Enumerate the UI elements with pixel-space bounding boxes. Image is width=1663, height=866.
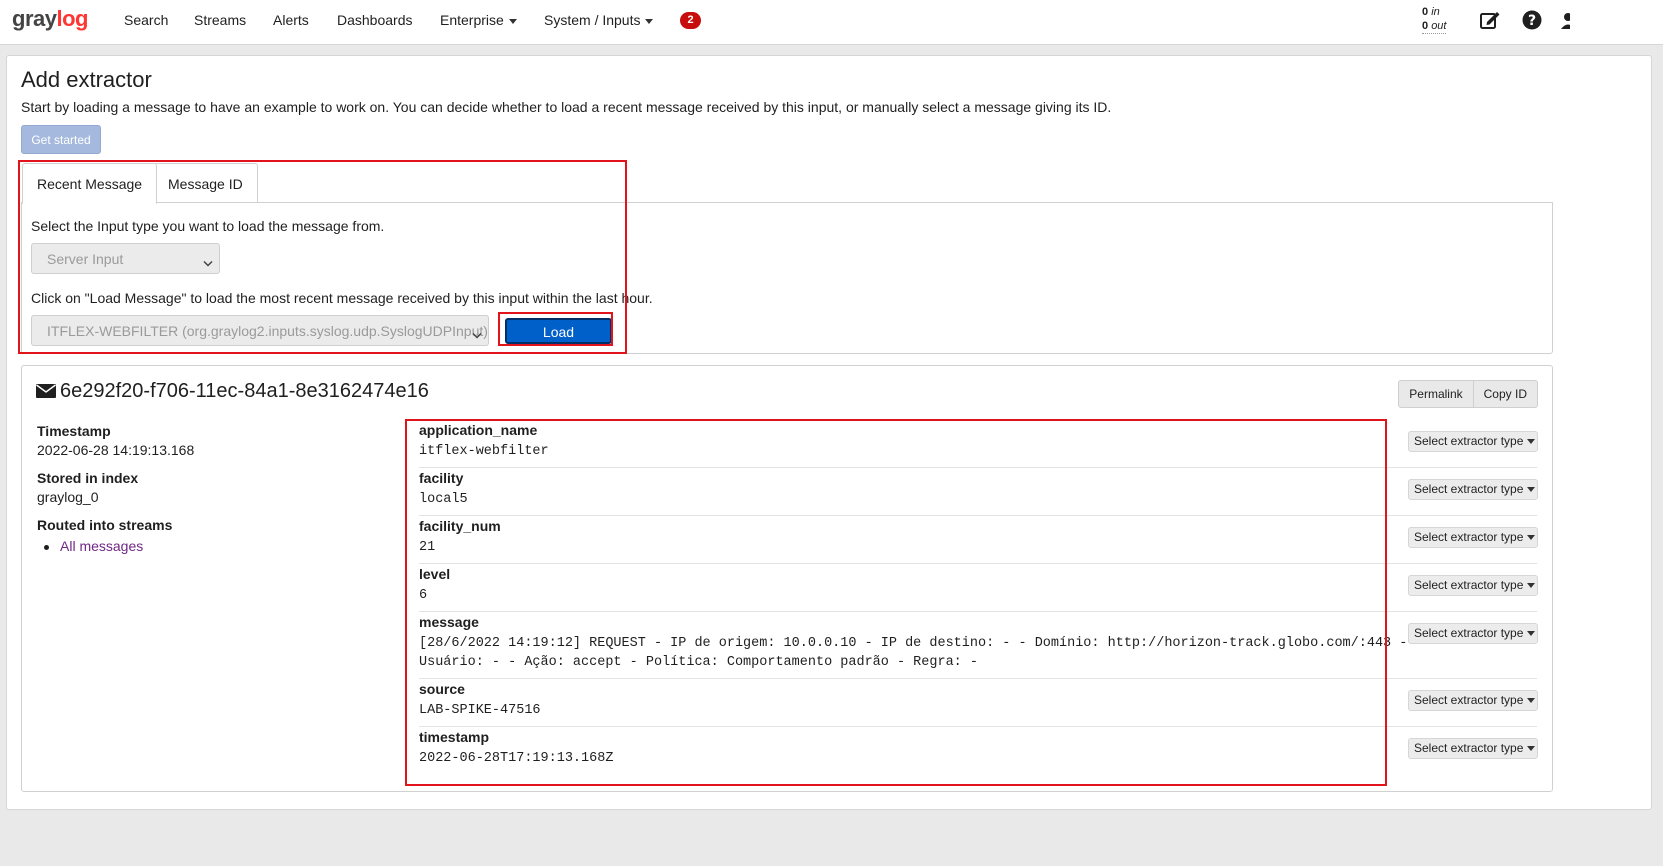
- routed-streams-label: Routed into streams: [37, 517, 173, 533]
- field-name: application_name: [419, 422, 538, 438]
- select-extractor-type-label: Select extractor type: [1414, 693, 1524, 707]
- input-type-select[interactable]: Server Input: [31, 243, 220, 274]
- throughput-indicator[interactable]: 0 in 0 out: [1422, 5, 1447, 34]
- throughput-in-count: 0: [1422, 6, 1429, 18]
- nav-system-inputs-label: System / Inputs: [544, 12, 641, 28]
- field-name: facility: [419, 470, 464, 486]
- input-select[interactable]: ITFLEX-WEBFILTER (org.graylog2.inputs.sy…: [31, 315, 489, 346]
- field-value: 2022-06-28T17:19:13.168Z: [419, 751, 614, 766]
- message-actions: Permalink Copy ID: [1398, 380, 1538, 408]
- timestamp-value: 2022-06-28 14:19:13.168: [37, 442, 195, 458]
- copy-id-button[interactable]: Copy ID: [1473, 380, 1538, 408]
- chevron-down-icon: [645, 18, 654, 24]
- field-row: level 6 Select extractor type: [419, 564, 1538, 612]
- input-type-value: Server Input: [47, 251, 124, 267]
- select-extractor-type-label: Select extractor type: [1414, 434, 1524, 448]
- field-name: message: [419, 614, 479, 630]
- select-extractor-type-label: Select extractor type: [1414, 741, 1524, 755]
- select-extractor-type-button[interactable]: Select extractor type: [1408, 479, 1538, 500]
- throughput-out-label: out: [1431, 20, 1447, 32]
- nav-dashboards[interactable]: Dashboards: [337, 12, 413, 28]
- tab-message-id[interactable]: Message ID: [153, 163, 258, 203]
- field-row: facility_num 21 Select extractor type: [419, 516, 1538, 564]
- field-value: local5: [419, 492, 468, 507]
- chevron-down-icon: [1527, 698, 1536, 704]
- select-extractor-type-button[interactable]: Select extractor type: [1408, 738, 1538, 759]
- chevron-down-icon: [1527, 487, 1536, 493]
- envelope-icon: [36, 384, 56, 398]
- list-bullet: [44, 545, 49, 550]
- message-id: 6e292f20-f706-11ec-84a1-8e3162474e16: [60, 380, 429, 402]
- stored-in-index-label: Stored in index: [37, 470, 139, 486]
- select-extractor-type-label: Select extractor type: [1414, 530, 1524, 544]
- chevron-down-icon: [1527, 631, 1536, 637]
- select-extractor-type-label: Select extractor type: [1414, 482, 1524, 496]
- nav-search[interactable]: Search: [124, 12, 168, 28]
- page-title: Add extractor: [21, 67, 152, 92]
- input-value: ITFLEX-WEBFILTER (org.graylog2.inputs.sy…: [47, 323, 488, 339]
- field-value: 21: [419, 540, 436, 555]
- edit-icon[interactable]: [1479, 9, 1501, 34]
- user-icon[interactable]: [1560, 9, 1575, 34]
- nav-streams[interactable]: Streams: [194, 12, 246, 28]
- select-extractor-type-label: Select extractor type: [1414, 578, 1524, 592]
- field-name: level: [419, 566, 451, 582]
- nav-system-inputs[interactable]: System / Inputs: [544, 12, 654, 28]
- get-started-button[interactable]: Get started: [21, 125, 101, 154]
- field-row: source LAB-SPIKE-47516 Select extractor …: [419, 679, 1538, 727]
- nav-enterprise-label: Enterprise: [440, 12, 504, 28]
- field-row: timestamp 2022-06-28T17:19:13.168Z Selec…: [419, 727, 1538, 775]
- chevron-down-icon: [1527, 535, 1536, 541]
- select-extractor-type-button[interactable]: Select extractor type: [1408, 575, 1538, 596]
- throughput-in-label: in: [1431, 6, 1440, 18]
- stream-link-all-messages[interactable]: All messages: [60, 538, 143, 554]
- page-description: Start by loading a message to have an ex…: [21, 99, 1112, 115]
- field-value: 6: [419, 588, 428, 603]
- select-extractor-type-label: Select extractor type: [1414, 626, 1524, 640]
- throughput-out-count: 0: [1422, 20, 1429, 32]
- input-type-label: Select the Input type you want to load t…: [31, 218, 385, 234]
- chevron-down-icon: [1527, 583, 1536, 589]
- chevron-down-icon: [472, 327, 482, 343]
- notifications-badge[interactable]: 2: [680, 12, 701, 29]
- field-row: application_name itflex-webfilter Select…: [419, 420, 1538, 468]
- load-message-button[interactable]: Load Message: [505, 318, 612, 362]
- field-row: message [28/6/2022 14:19:12] REQUEST - I…: [419, 612, 1538, 679]
- message-fields: application_name itflex-webfilter Select…: [419, 420, 1538, 775]
- field-name: source: [419, 681, 465, 697]
- message-id-heading: 6e292f20-f706-11ec-84a1-8e3162474e16: [36, 380, 429, 403]
- field-value: itflex-webfilter: [419, 444, 549, 459]
- recent-message-tab-content: Select the Input type you want to load t…: [21, 202, 1553, 362]
- chevron-down-icon: [1527, 439, 1536, 445]
- load-message-label: Click on "Load Message" to load the most…: [31, 290, 653, 306]
- svg-text:?: ?: [1528, 13, 1536, 29]
- graylog-logo[interactable]: graylog: [12, 6, 88, 32]
- nav-alerts[interactable]: Alerts: [273, 12, 309, 28]
- tab-recent-message[interactable]: Recent Message: [22, 163, 158, 204]
- permalink-button[interactable]: Permalink: [1398, 380, 1474, 408]
- stored-in-index-value: graylog_0: [37, 489, 99, 505]
- chevron-down-icon: [203, 255, 213, 271]
- field-row: facility local5 Select extractor type: [419, 468, 1538, 516]
- select-extractor-type-button[interactable]: Select extractor type: [1408, 623, 1538, 644]
- field-value: [28/6/2022 14:19:12] REQUEST - IP de ori…: [419, 636, 1408, 670]
- select-extractor-type-button[interactable]: Select extractor type: [1408, 431, 1538, 452]
- chevron-down-icon: [1527, 746, 1536, 752]
- help-icon[interactable]: ?: [1521, 9, 1543, 34]
- select-extractor-type-button[interactable]: Select extractor type: [1408, 527, 1538, 548]
- timestamp-label: Timestamp: [37, 423, 111, 439]
- select-extractor-type-button[interactable]: Select extractor type: [1408, 690, 1538, 711]
- field-name: timestamp: [419, 729, 490, 745]
- nav-enterprise[interactable]: Enterprise: [440, 12, 517, 28]
- field-value: LAB-SPIKE-47516: [419, 703, 541, 718]
- field-name: facility_num: [419, 518, 501, 534]
- add-extractor-panel: Add extractor Start by loading a message…: [6, 55, 1652, 810]
- chevron-down-icon: [508, 18, 517, 24]
- navbar: graylog Search Streams Alerts Dashboards…: [0, 0, 1663, 45]
- message-panel: 6e292f20-f706-11ec-84a1-8e3162474e16 Per…: [21, 365, 1553, 792]
